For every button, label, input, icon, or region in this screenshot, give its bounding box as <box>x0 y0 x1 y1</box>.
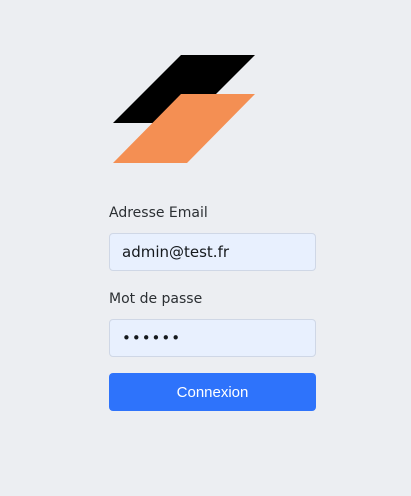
login-form: Adresse Email Mot de passe Connexion <box>109 202 316 411</box>
login-page: Adresse Email Mot de passe Connexion <box>0 0 411 496</box>
app-logo <box>113 55 255 163</box>
login-button[interactable]: Connexion <box>109 373 316 411</box>
email-field[interactable] <box>109 233 316 271</box>
email-label: Adresse Email <box>109 205 208 221</box>
password-label: Mot de passe <box>109 291 203 307</box>
password-field[interactable] <box>109 319 316 357</box>
